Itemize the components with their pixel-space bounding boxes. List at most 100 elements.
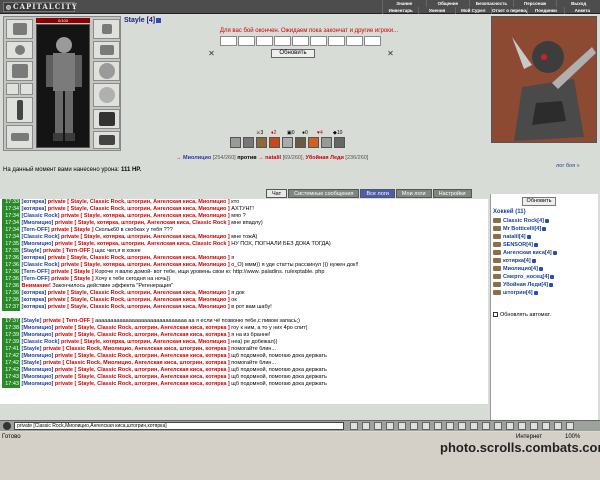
- chat-private-recipients[interactable]: private [ Stayle, Classic Rock, штогрин,…: [48, 255, 230, 261]
- chat-sender[interactable]: [Stayle]: [22, 318, 42, 324]
- user-name[interactable]: штогрин[4]: [503, 290, 533, 296]
- gloves-slot[interactable]: [93, 41, 120, 59]
- chat-private-recipients[interactable]: private [ Stayle, котярка, штогрин, Анге…: [61, 339, 230, 345]
- chat-sender[interactable]: [котярка]: [22, 206, 47, 212]
- toolbar-icon[interactable]: [350, 422, 358, 430]
- chat-private-recipients[interactable]: private [ Tern-OFF ]: [43, 248, 94, 254]
- nav-item[interactable]: Мой Сурел: [454, 7, 491, 14]
- user-name[interactable]: Миолицио[4]: [503, 266, 538, 272]
- chat-sender[interactable]: [Classic Rock]: [22, 262, 60, 268]
- chat-sender[interactable]: [Миолицио]: [22, 374, 54, 380]
- info-icon[interactable]: [531, 258, 536, 263]
- user-name[interactable]: Mr Botticelli[4]: [503, 226, 541, 232]
- info-icon[interactable]: [549, 282, 554, 287]
- chat-sender[interactable]: [Stayle]: [22, 248, 42, 254]
- user-name[interactable]: Classic Rock[4]: [503, 218, 544, 224]
- chat-sender[interactable]: [Миолицио]: [22, 367, 54, 373]
- user-name[interactable]: natalil[4]: [503, 234, 526, 240]
- info-icon[interactable]: [550, 274, 555, 279]
- chat-sender[interactable]: [Миолицио]: [22, 353, 54, 359]
- skill-icon[interactable]: [334, 137, 345, 148]
- battle-refresh-button[interactable]: Обновить: [271, 49, 315, 58]
- nav-item[interactable]: Выход: [556, 0, 600, 7]
- skill-icon[interactable]: [243, 137, 254, 148]
- chat-private-recipients[interactable]: private [ Stayle ]: [51, 227, 94, 233]
- info-icon[interactable]: [544, 218, 549, 223]
- nav-item[interactable]: Персонаж: [512, 0, 557, 7]
- helmet-slot[interactable]: [6, 19, 33, 39]
- tab-settings[interactable]: Настройки: [432, 189, 472, 198]
- skill-icon[interactable]: [321, 137, 332, 148]
- chat-private-recipients[interactable]: private [ Stayle, Classic Rock, штогрин,…: [48, 297, 230, 303]
- chat-private-recipients[interactable]: private [ Stayle, Classic Rock, штогрин,…: [48, 206, 230, 212]
- shield-slot[interactable]: [93, 61, 120, 81]
- chat-sender[interactable]: [Classic Rock]: [22, 234, 60, 240]
- toolbar-icon[interactable]: [506, 422, 514, 430]
- chat-private-recipients[interactable]: private [ Tern-OFF ]: [43, 318, 94, 324]
- chat-sender[interactable]: [Миолицио]: [22, 332, 54, 338]
- toolbar-icon[interactable]: [362, 422, 370, 430]
- toolbar-icon[interactable]: [386, 422, 394, 430]
- auto-refresh-checkbox[interactable]: [493, 312, 498, 318]
- right-fighter-1[interactable]: natalil: [265, 155, 281, 161]
- chat-private-recipients[interactable]: private [ Classic Rock, Миолицио, Ангелс…: [43, 346, 230, 352]
- toolbar-icon[interactable]: [458, 422, 466, 430]
- chat-private-recipients[interactable]: private [ Classic Rock, Миолицио, Ангелс…: [43, 360, 230, 366]
- toolbar-icon[interactable]: [434, 422, 442, 430]
- chat-sender[interactable]: [котярка]: [22, 199, 47, 205]
- toolbar-icon[interactable]: [410, 422, 418, 430]
- skill-icon[interactable]: [308, 137, 319, 148]
- chat-private-recipients[interactable]: private [ Stayle, котярка, штогрин, Анге…: [61, 262, 230, 268]
- chat-private-recipients[interactable]: private [ Stayle, Classic Rock, штогрин,…: [55, 332, 230, 338]
- user-list-item[interactable]: Ангелская киса[4]: [493, 249, 597, 257]
- user-name[interactable]: Смерто_носец[4]: [503, 274, 549, 280]
- chat-private-recipients[interactable]: private [ Stayle, Classic Rock, штогрин,…: [48, 290, 230, 296]
- nav-item[interactable]: Знание: [382, 0, 426, 7]
- user-list-item[interactable]: SENSOR[4]: [493, 241, 597, 249]
- toolbar-icon[interactable]: [518, 422, 526, 430]
- user-list-item[interactable]: natalil[4]: [493, 233, 597, 241]
- chat-private-recipients[interactable]: private [ Stayle, Classic Rock, штогрин,…: [48, 304, 230, 310]
- userlist-refresh-button[interactable]: Обновить: [522, 197, 556, 206]
- toolbar-icon[interactable]: [542, 422, 550, 430]
- skill-icon[interactable]: [230, 137, 241, 148]
- weapon-slot[interactable]: [6, 97, 33, 123]
- nav-item[interactable]: Общение: [425, 0, 470, 7]
- info-icon[interactable]: [533, 290, 538, 295]
- toolbar-icon[interactable]: [398, 422, 406, 430]
- amulet-slot[interactable]: [6, 41, 33, 59]
- ring-slot-1[interactable]: [6, 83, 19, 95]
- nav-item[interactable]: Отчет о переводах: [490, 7, 527, 14]
- boots-slot[interactable]: [93, 131, 120, 149]
- skill-icon[interactable]: [269, 137, 280, 148]
- toolbar-icon[interactable]: [482, 422, 490, 430]
- chat-sender[interactable]: Внимание!: [22, 283, 51, 289]
- chat-private-recipients[interactable]: private [ Stayle, Classic Rock, штогрин,…: [48, 199, 230, 205]
- chat-input[interactable]: [14, 422, 344, 430]
- toolbar-icon[interactable]: [446, 422, 454, 430]
- chat-private-recipients[interactable]: private [ Stayle, Classic Rock, штогрин,…: [55, 381, 230, 387]
- user-name[interactable]: котярка[4]: [503, 258, 531, 264]
- info-icon[interactable]: [526, 234, 531, 239]
- player-name[interactable]: Stayle [4]: [124, 17, 162, 24]
- chat-private-recipients[interactable]: private [ Stayle, котярка, штогрин, Анге…: [61, 213, 230, 219]
- nav-item[interactable]: Безопасность: [469, 0, 513, 7]
- armor-slot[interactable]: [6, 61, 33, 81]
- chat-sender[interactable]: [Stayle]: [22, 346, 42, 352]
- chat-private-recipients[interactable]: private [ Stayle, Classic Rock, штогрин,…: [55, 353, 230, 359]
- toolbar-icon[interactable]: [530, 422, 538, 430]
- chat-private-recipients[interactable]: private [ Stayle, Classic Rock, штогрин,…: [55, 325, 230, 331]
- info-icon[interactable]: [533, 242, 538, 247]
- chat-private-recipients[interactable]: private [ Stayle, котярка, штогрин, Анге…: [55, 241, 230, 247]
- user-list-item[interactable]: Убойная Леди[4]: [493, 281, 597, 289]
- left-fighter[interactable]: Миолицио: [183, 155, 211, 161]
- nav-item[interactable]: Инвентарь: [382, 7, 418, 14]
- chat-sender[interactable]: [Tern-OFF]: [22, 276, 50, 282]
- chat-private-recipients[interactable]: private [ Stayle ]: [51, 269, 94, 275]
- chat-sender[interactable]: [Tern-OFF]: [22, 227, 50, 233]
- chat-sender[interactable]: [Миолицио]: [22, 220, 54, 226]
- info-icon[interactable]: [156, 17, 162, 23]
- chat-sender[interactable]: [Tern-OFF]: [22, 269, 50, 275]
- ring-slot-2[interactable]: [20, 83, 33, 95]
- chat-sender[interactable]: [котярка]: [22, 304, 47, 310]
